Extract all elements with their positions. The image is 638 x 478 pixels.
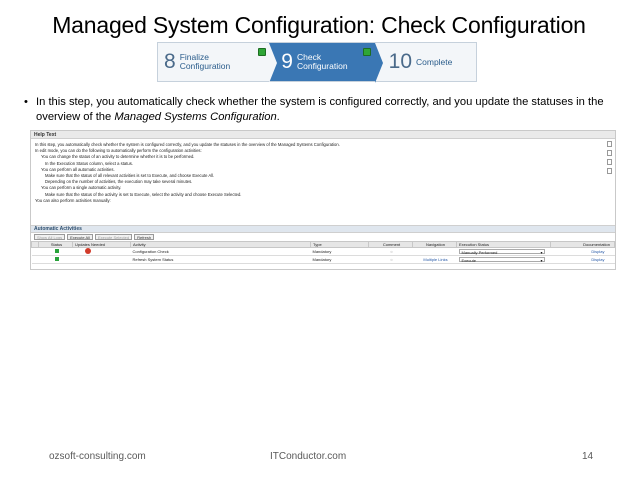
activity-name: Refresh System Status xyxy=(130,255,311,264)
completed-check-icon xyxy=(258,48,266,56)
slide-title: Managed System Configuration: Check Conf… xyxy=(52,12,586,38)
step-check-configuration[interactable]: 9 Check Configuration xyxy=(269,43,383,83)
print-icon[interactable] xyxy=(607,141,612,147)
side-toolbar xyxy=(607,141,613,177)
chevron-right-icon xyxy=(269,43,278,83)
help-text-header: Help Text xyxy=(31,131,615,139)
step-label: Finalize Configuration xyxy=(179,52,231,71)
step-number: 9 xyxy=(281,50,293,73)
step-label: Check Configuration xyxy=(296,52,348,71)
table-row[interactable]: Refresh System Status Mandatory ◌ Multip… xyxy=(31,255,615,264)
page-number: 14 xyxy=(582,451,594,462)
step-label: Complete xyxy=(416,56,453,67)
comment-icon[interactable]: ◌ xyxy=(368,255,413,264)
status-green-icon xyxy=(54,249,59,253)
export-icon[interactable] xyxy=(607,150,612,156)
activity-name: Configuration Check xyxy=(130,247,311,256)
status-green-icon xyxy=(54,257,59,261)
refresh-button[interactable]: Refresh xyxy=(134,234,155,240)
navigation-link[interactable]: Multiple Links xyxy=(412,255,457,264)
roadmap-step-bar: 8 Finalize Configuration 9 Check Configura… xyxy=(157,42,477,83)
execution-status-select[interactable]: Execute ▾ xyxy=(458,256,545,263)
bullet-point: • In this step, you automatically check … xyxy=(24,96,604,123)
chevron-down-icon: ▾ xyxy=(540,257,543,263)
footer-left: ozsoft-consulting.com xyxy=(49,451,146,462)
show-all-logs-button[interactable]: Show All Logs xyxy=(34,234,66,240)
comment-icon[interactable]: ◌ xyxy=(368,247,413,256)
chevron-down-icon: ▾ xyxy=(540,249,543,255)
execute-selected-button[interactable]: Execute Selected xyxy=(94,234,133,240)
mouse-cursor-icon xyxy=(85,248,91,254)
display-link[interactable]: Display xyxy=(550,255,615,264)
execution-status-select[interactable]: Manually Performed ▾ xyxy=(458,248,545,255)
step-complete[interactable]: 10 Complete xyxy=(374,43,476,81)
automatic-activities-header: Automatic Activities xyxy=(31,225,615,233)
completed-check-icon xyxy=(363,48,372,56)
footer-center: ITConductor.com xyxy=(270,451,347,462)
activities-toolbar: Show All Logs Execute All Execute Select… xyxy=(31,233,615,241)
help-icon[interactable] xyxy=(607,168,612,174)
step-number: 10 xyxy=(388,50,412,73)
display-link[interactable]: Display xyxy=(550,247,615,256)
chevron-right-icon xyxy=(374,43,383,83)
step-number: 8 xyxy=(164,50,176,73)
table-row[interactable]: Configuration Check Mandatory ◌ Manually… xyxy=(31,247,615,256)
embedded-screenshot: Help Text In this step, you automaticall… xyxy=(30,130,616,270)
settings-icon[interactable] xyxy=(607,159,612,165)
execute-all-button[interactable]: Execute All xyxy=(67,234,93,240)
step-finalize-configuration[interactable]: 8 Finalize Configuration xyxy=(158,43,278,83)
activities-table: Status Updates Needed Activity Type Comm… xyxy=(31,241,615,264)
help-text-body: In this step, you automatically check wh… xyxy=(31,139,615,225)
bullet-icon: • xyxy=(24,96,28,108)
